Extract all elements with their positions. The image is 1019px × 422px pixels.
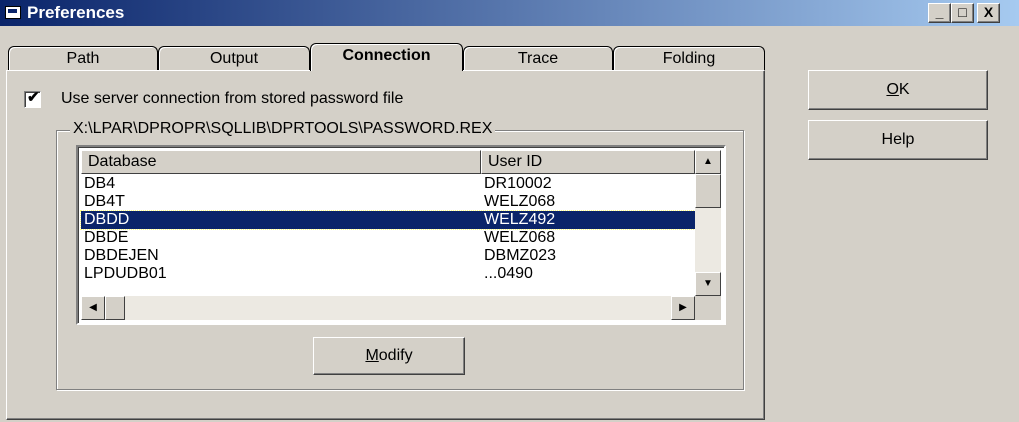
password-file-path: X:\LPAR\DPROPR\SQLLIB\DPRTOOLS\PASSWORD.… xyxy=(70,120,496,138)
tab-trace[interactable]: Trace xyxy=(463,46,613,70)
scroll-left-icon[interactable]: ◀ xyxy=(81,296,105,320)
use-stored-password-label[interactable]: Use server connection from stored passwo… xyxy=(61,90,403,108)
tab-folding[interactable]: Folding xyxy=(613,46,765,70)
title-bar[interactable]: Preferences _ □ X xyxy=(0,0,1019,26)
scroll-right-icon[interactable]: ▶ xyxy=(671,296,695,320)
vertical-scrollbar[interactable]: ▲ ▼ xyxy=(695,150,721,296)
scroll-down-icon[interactable]: ▼ xyxy=(695,272,721,296)
column-header-database[interactable]: Database xyxy=(81,150,481,174)
table-row[interactable]: DB4T WELZ068 xyxy=(81,193,695,211)
tab-path[interactable]: Path xyxy=(8,46,158,70)
horizontal-scroll-thumb[interactable] xyxy=(105,296,125,320)
modify-button[interactable]: Modify xyxy=(313,337,465,375)
app-window-icon[interactable] xyxy=(5,6,21,19)
table-row[interactable]: DBDE WELZ068 xyxy=(81,229,695,247)
scroll-up-icon[interactable]: ▲ xyxy=(695,150,721,174)
table-row[interactable]: LPDUDB01 ...0490 xyxy=(81,265,695,283)
ok-mnemonic: O xyxy=(886,81,899,98)
checkmark-icon: ✔ xyxy=(27,89,40,106)
user-id-cell: WELZ492 xyxy=(484,211,556,228)
window-title: Preferences xyxy=(27,3,125,22)
user-id-cell: WELZ068 xyxy=(484,229,556,246)
user-id-cell: ...0490 xyxy=(484,265,533,282)
horizontal-scrollbar[interactable]: ◀ ▶ xyxy=(81,296,695,320)
list-rows: DB4 DR10002 DB4T WELZ068 DBDD WELZ492 DBDE W… xyxy=(80,175,696,283)
database-cell: DB4T xyxy=(84,193,125,210)
use-stored-password-checkbox[interactable]: ✔ xyxy=(24,89,41,108)
database-cell: DBDE xyxy=(84,229,129,246)
ok-button[interactable]: OK xyxy=(808,70,988,110)
user-id-cell: WELZ068 xyxy=(484,193,556,210)
database-cell: DBDEJEN xyxy=(84,247,159,264)
connection-list[interactable]: Database User ID DB4 DR10002 DB4T WELZ068 … xyxy=(76,145,726,325)
tab-connection[interactable]: Connection xyxy=(310,43,463,71)
database-cell: DB4 xyxy=(84,175,116,192)
maximize-button[interactable]: □ xyxy=(951,3,974,23)
database-cell: DBDD xyxy=(84,211,130,228)
table-row[interactable]: DBDEJEN DBMZ023 xyxy=(81,247,695,265)
vertical-scroll-thumb[interactable] xyxy=(695,174,721,208)
modify-mnemonic: M xyxy=(365,347,379,364)
table-row[interactable]: DB4 DR10002 xyxy=(81,175,695,193)
scrollbar-corner xyxy=(695,296,721,320)
column-header-user-id[interactable]: User ID xyxy=(481,150,695,174)
database-cell: LPDUDB01 xyxy=(84,265,167,282)
tab-output[interactable]: Output xyxy=(158,46,310,70)
modify-label: odify xyxy=(378,347,413,364)
ok-label: K xyxy=(898,81,910,98)
user-id-cell: DR10002 xyxy=(484,175,552,192)
table-row-selected[interactable]: DBDD WELZ492 xyxy=(80,210,696,230)
help-button[interactable]: Help xyxy=(808,120,988,160)
close-button[interactable]: X xyxy=(977,3,1000,23)
minimize-button[interactable]: _ xyxy=(928,3,951,23)
user-id-cell: DBMZ023 xyxy=(484,247,557,264)
